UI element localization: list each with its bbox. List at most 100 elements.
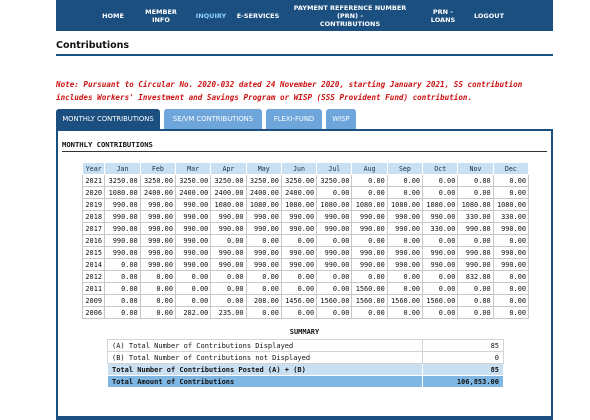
nav-prn-contributions-line1: PAYMENT REFERENCE NUMBER (PRN) - xyxy=(293,3,407,20)
amount-cell: 990.00 xyxy=(457,246,494,259)
amount-cell: 330.00 xyxy=(492,210,530,223)
amount-cell: 1560.00 xyxy=(422,294,459,307)
amount-cell: 1560.00 xyxy=(316,294,353,307)
amount-cell: 0.00 xyxy=(139,294,176,307)
amount-cell: 0.00 xyxy=(386,270,424,283)
contributions-table: Year Jan Feb Mar Apr May Jun Jul Aug Sep Oct Nov Dec… xyxy=(81,162,530,319)
amount-cell: 1456.00 xyxy=(280,294,318,307)
amount-cell: 1080.00 xyxy=(386,198,424,211)
amount-cell: 0.00 xyxy=(386,306,424,319)
column-header: Nov xyxy=(457,162,494,175)
tab-se-vm-contributions[interactable]: SE/VM CONTRIBUTIONS xyxy=(164,109,262,129)
summary-value: 85 xyxy=(422,363,504,376)
amount-cell: 1080.00 xyxy=(316,198,353,211)
amount-cell: 990.00 xyxy=(422,210,459,223)
amount-cell: 2400.00 xyxy=(174,186,212,199)
amount-cell: 990.00 xyxy=(351,258,388,271)
amount-cell: 3250.00 xyxy=(174,174,212,187)
amount-cell: 0.00 xyxy=(422,174,459,187)
amount-cell: 990.00 xyxy=(139,210,176,223)
amount-cell: 990.00 xyxy=(316,222,353,235)
amount-cell: 0.00 xyxy=(457,306,494,319)
amount-cell: 1080.00 xyxy=(422,198,459,211)
tab-wisp[interactable]: WISP xyxy=(326,109,356,129)
amount-cell: 990.00 xyxy=(351,246,388,259)
amount-cell: 990.00 xyxy=(104,198,141,211)
amount-cell: 0.00 xyxy=(104,306,141,319)
amount-cell: 0.00 xyxy=(139,282,176,295)
summary-row-not-displayed: (B) Total Number of Contributions not Di… xyxy=(107,351,504,364)
amount-cell: 990.00 xyxy=(210,258,247,271)
column-header: Jul xyxy=(316,162,353,175)
amount-cell: 3250.00 xyxy=(210,174,247,187)
amount-cell: 990.00 xyxy=(316,258,353,271)
column-header: May xyxy=(245,162,282,175)
amount-cell: 990.00 xyxy=(280,210,318,223)
amount-cell: 990.00 xyxy=(245,210,282,223)
amount-cell: 990.00 xyxy=(104,210,141,223)
amount-cell: 0.00 xyxy=(280,234,318,247)
amount-cell: 0.00 xyxy=(280,282,318,295)
amount-cell: 0.00 xyxy=(104,258,141,271)
nav-home[interactable]: HOME xyxy=(98,0,128,31)
nav-inquiry[interactable]: INQUIRY xyxy=(193,0,229,31)
year-cell: 2019 xyxy=(81,198,106,211)
table-row: 2020 1080.00 2400.00 2400.00 2400.00 2400.00 2… xyxy=(81,186,530,199)
amount-cell: 990.00 xyxy=(280,258,318,271)
amount-cell: 0.00 xyxy=(351,306,388,319)
amount-cell: 0.00 xyxy=(422,234,459,247)
amount-cell: 990.00 xyxy=(139,246,176,259)
tab-monthly-contributions[interactable]: MONTHLY CONTRIBUTIONS xyxy=(56,109,160,129)
top-navigation-bar: HOME MEMBER INFO INQUIRY E-SERVICES PAYM… xyxy=(56,0,553,31)
amount-cell: 0.00 xyxy=(280,306,318,319)
amount-cell: 0.00 xyxy=(386,186,424,199)
amount-cell: 0.00 xyxy=(245,270,282,283)
nav-member-info[interactable]: MEMBER INFO xyxy=(136,0,186,31)
amount-cell: 0.00 xyxy=(457,234,494,247)
section-divider xyxy=(62,151,547,152)
amount-cell: 990.00 xyxy=(139,198,176,211)
amount-cell: 990.00 xyxy=(280,246,318,259)
amount-cell: 0.00 xyxy=(422,282,459,295)
amount-cell: 0.00 xyxy=(104,282,141,295)
amount-cell: 0.00 xyxy=(280,270,318,283)
table-row: 2006 0.00 0.00 282.00 235.00 0.00 0.00 0.00 0.00… xyxy=(81,306,530,319)
amount-cell: 0.00 xyxy=(351,270,388,283)
amount-cell: 0.00 xyxy=(422,186,459,199)
amount-cell: 990.00 xyxy=(351,210,388,223)
table-row: 2021 3250.00 3250.00 3250.00 3250.00 3250.00 3… xyxy=(81,174,530,187)
nav-e-services[interactable]: E-SERVICES xyxy=(236,0,280,31)
amount-cell: 0.00 xyxy=(210,282,247,295)
amount-cell: 0.00 xyxy=(457,282,494,295)
amount-cell: 1080.00 xyxy=(351,198,388,211)
amount-cell: 282.00 xyxy=(174,306,212,319)
amount-cell: 990.00 xyxy=(492,246,530,259)
year-cell: 2009 xyxy=(81,294,106,307)
year-cell: 2011 xyxy=(81,282,106,295)
amount-cell: 1080.00 xyxy=(492,198,530,211)
nav-logout[interactable]: LOGOUT xyxy=(474,0,504,31)
year-cell: 2016 xyxy=(81,234,106,247)
table-row: 2016 990.00 990.00 990.00 0.00 0.00 0.00 0.00 0.… xyxy=(81,234,530,247)
column-header: Sep xyxy=(386,162,424,175)
amount-cell: 0.00 xyxy=(386,174,424,187)
amount-cell: 0.00 xyxy=(210,270,247,283)
amount-cell: 0.00 xyxy=(386,234,424,247)
amount-cell: 0.00 xyxy=(351,186,388,199)
tab-flexi-fund[interactable]: FLEXI-FUND xyxy=(266,109,322,129)
amount-cell: 0.00 xyxy=(316,282,353,295)
year-cell: 2014 xyxy=(81,258,106,271)
amount-cell: 0.00 xyxy=(316,234,353,247)
amount-cell: 235.00 xyxy=(210,306,247,319)
column-header: Year xyxy=(81,162,106,175)
summary-value: 106,853.00 xyxy=(422,375,504,388)
summary-label: Total Amount of Contributions xyxy=(107,375,423,388)
nav-prn-loans[interactable]: PRN - LOANS xyxy=(420,0,466,31)
column-header: Apr xyxy=(210,162,247,175)
amount-cell: 990.00 xyxy=(386,258,424,271)
amount-cell: 0.00 xyxy=(104,270,141,283)
nav-prn-contributions[interactable]: PAYMENT REFERENCE NUMBER (PRN) - CONTRIB… xyxy=(286,0,414,31)
amount-cell: 330.00 xyxy=(457,210,494,223)
summary-row-posted: Total Number of Contributions Posted (A)… xyxy=(107,363,504,376)
amount-cell: 1560.00 xyxy=(386,294,424,307)
